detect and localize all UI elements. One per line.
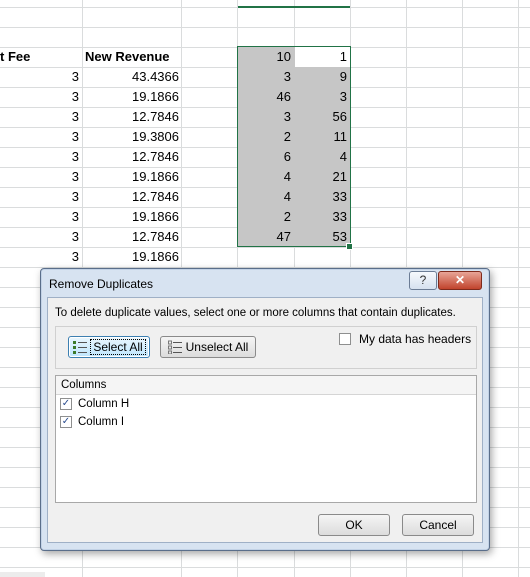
select-all-icon xyxy=(73,340,88,354)
gridline xyxy=(0,27,530,28)
select-all-button[interactable]: Select All xyxy=(68,336,150,358)
gridline xyxy=(518,0,519,577)
fee-cell[interactable]: 3 xyxy=(0,67,79,87)
col-h-cell[interactable]: 3 xyxy=(238,107,291,127)
fee-cell[interactable]: 3 xyxy=(0,147,79,167)
fee-cell[interactable]: 3 xyxy=(0,247,79,267)
col-h-cell[interactable]: 47 xyxy=(238,227,291,247)
col-i-cell[interactable]: 11 xyxy=(295,127,348,147)
col-i-cell[interactable]: 4 xyxy=(295,147,347,167)
revenue-cell[interactable]: 19.1866 xyxy=(83,207,179,227)
help-button[interactable]: ? xyxy=(409,271,437,290)
col-i-cell[interactable]: 3 xyxy=(295,87,347,107)
fee-cell[interactable]: 3 xyxy=(0,107,79,127)
revenue-cell[interactable]: 12.7846 xyxy=(83,107,179,127)
revenue-cell[interactable]: 19.1866 xyxy=(83,247,179,267)
fee-cell[interactable]: 3 xyxy=(0,127,79,147)
dialog-title: Remove Duplicates xyxy=(49,277,154,291)
cancel-label: Cancel xyxy=(419,518,457,532)
col-h-cell[interactable]: 2 xyxy=(238,207,291,227)
close-button[interactable]: ✕ xyxy=(438,271,482,290)
revenue-cell[interactable]: 43.4366 xyxy=(83,67,179,87)
col-i-cell[interactable]: 1 xyxy=(295,47,347,67)
col-h-cell[interactable]: 4 xyxy=(238,167,291,187)
column-i-checkbox[interactable]: ✓ xyxy=(60,416,72,428)
revenue-cell[interactable]: 19.3806 xyxy=(83,127,179,147)
column-h-label[interactable]: Column H xyxy=(78,398,129,410)
ok-button[interactable]: OK xyxy=(318,514,390,536)
columns-list: Columns ✓ Column H ✓ Column I xyxy=(55,375,477,503)
unselect-all-label: Unselect All xyxy=(185,340,249,354)
revenue-column-header[interactable]: New Revenue xyxy=(85,47,180,67)
revenue-cell[interactable]: 19.1866 xyxy=(83,167,179,187)
select-all-label: Select All xyxy=(90,339,146,355)
col-i-cell[interactable]: 9 xyxy=(295,67,347,87)
unselect-all-icon xyxy=(167,340,182,355)
fill-handle[interactable] xyxy=(346,243,353,250)
headers-checkbox-label[interactable]: My data has headers xyxy=(359,332,471,346)
col-h-cell[interactable]: 46 xyxy=(238,87,291,107)
col-h-cell[interactable]: 3 xyxy=(238,67,291,87)
col-i-cell[interactable]: 33 xyxy=(295,207,347,227)
cancel-button[interactable]: Cancel xyxy=(402,514,474,536)
fee-cell[interactable]: 3 xyxy=(0,227,79,247)
column-header-highlight xyxy=(238,6,350,8)
gridline xyxy=(0,567,530,568)
column-h-checkbox[interactable]: ✓ xyxy=(60,398,72,410)
revenue-cell[interactable]: 12.7846 xyxy=(83,227,179,247)
column-i-label[interactable]: Column I xyxy=(78,416,124,428)
fee-cell[interactable]: 3 xyxy=(0,207,79,227)
col-h-cell[interactable]: 2 xyxy=(238,127,291,147)
col-i-cell[interactable]: 56 xyxy=(295,107,347,127)
ok-label: OK xyxy=(345,518,363,532)
col-h-cell[interactable]: 10 xyxy=(238,47,291,67)
col-h-cell[interactable]: 4 xyxy=(238,187,291,207)
selection-toolbar: Select All Unselect All My data has head xyxy=(55,326,477,369)
dialog-body: To delete duplicate values, select one o… xyxy=(47,297,483,543)
unselect-all-button[interactable]: Unselect All xyxy=(160,336,256,358)
col-i-cell[interactable]: 53 xyxy=(295,227,347,247)
fee-cell[interactable]: 3 xyxy=(0,167,79,187)
fee-cell[interactable]: 3 xyxy=(0,187,79,207)
columns-list-header: Columns xyxy=(56,376,476,395)
revenue-cell[interactable]: 12.7846 xyxy=(83,187,179,207)
fee-column-header[interactable]: t Fee xyxy=(0,47,80,67)
sheet-tab-strip xyxy=(0,572,45,577)
col-i-cell[interactable]: 21 xyxy=(295,167,347,187)
revenue-cell[interactable]: 19.1866 xyxy=(83,87,179,107)
gridline xyxy=(0,247,530,248)
columns-header-label: Columns xyxy=(61,379,107,391)
close-icon: ✕ xyxy=(454,273,466,287)
fee-cell[interactable]: 3 xyxy=(0,87,79,107)
remove-duplicates-dialog: Remove Duplicates ? ✕ To delete duplicat… xyxy=(40,268,490,551)
headers-checkbox[interactable] xyxy=(339,333,351,345)
col-i-cell[interactable]: 33 xyxy=(295,187,347,207)
help-icon: ? xyxy=(419,273,427,287)
instruction-text: To delete duplicate values, select one o… xyxy=(55,307,456,319)
revenue-cell[interactable]: 12.7846 xyxy=(83,147,179,167)
col-h-cell[interactable]: 6 xyxy=(238,147,291,167)
